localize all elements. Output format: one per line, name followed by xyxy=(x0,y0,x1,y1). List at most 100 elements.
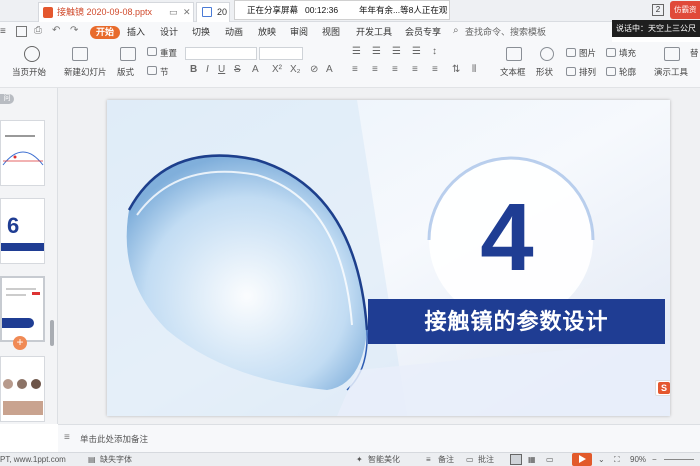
command-search[interactable]: 查找命令、搜索模板 xyxy=(465,26,546,39)
notes-button[interactable]: 备注 xyxy=(438,454,454,466)
menu-insert[interactable]: 插入 xyxy=(127,26,145,39)
presentation-tools-icon[interactable] xyxy=(664,47,680,61)
shape-icon[interactable] xyxy=(540,47,554,61)
sorter-view-icon[interactable]: ▦ xyxy=(528,454,536,466)
play-from-current-button[interactable]: 当页开始 xyxy=(12,66,46,78)
font-color-icon[interactable]: A xyxy=(252,64,259,75)
arrange-button[interactable]: 排列 xyxy=(579,66,596,78)
bullets-icon[interactable]: ☰ xyxy=(352,46,361,57)
distribute-icon[interactable]: ≡ xyxy=(432,64,438,75)
print-icon[interactable]: ⎙ xyxy=(34,25,42,36)
undo-icon[interactable]: ↶ xyxy=(52,25,60,36)
subscript-icon[interactable]: X₂ xyxy=(290,64,301,75)
highlight-icon[interactable]: ⊘ xyxy=(310,64,318,75)
picture-icon[interactable] xyxy=(566,48,576,57)
font-size-select[interactable] xyxy=(259,47,303,60)
normal-view-icon[interactable] xyxy=(510,454,522,465)
justify-icon[interactable]: ≡ xyxy=(412,64,418,75)
text-direction-icon[interactable]: ⇅ xyxy=(452,64,460,75)
align-center-icon[interactable]: ≡ xyxy=(372,64,378,75)
zoom-level[interactable]: 90% xyxy=(630,454,646,466)
tab-close-icon[interactable]: ✕ xyxy=(183,3,191,21)
picture-button[interactable]: 图片 xyxy=(579,47,596,59)
reset-icon[interactable] xyxy=(147,47,157,56)
add-slide-icon[interactable]: + xyxy=(13,336,27,350)
slideshow-play-button[interactable] xyxy=(572,453,592,466)
numbering-icon[interactable]: ☰ xyxy=(372,46,381,57)
superscript-icon[interactable]: X² xyxy=(272,64,282,75)
menu-devtools[interactable]: 开发工具 xyxy=(356,26,392,39)
notes-handle-icon[interactable]: ≡ xyxy=(64,432,70,443)
italic-icon[interactable]: I xyxy=(206,64,209,75)
missing-fonts-icon[interactable]: ▤ xyxy=(88,454,96,466)
menu-transition[interactable]: 切换 xyxy=(192,26,210,39)
document-tab-2[interactable]: 20 xyxy=(196,2,230,22)
thumbnails-scrollbar[interactable] xyxy=(50,320,54,346)
comments-icon[interactable]: ▭ xyxy=(466,454,474,466)
notes-placeholder[interactable]: 单击此处添加备注 xyxy=(80,433,148,445)
smart-beautify-button[interactable]: 智能美化 xyxy=(368,454,400,466)
fit-window-icon[interactable]: ⛶ xyxy=(614,454,620,466)
underline-icon[interactable]: U xyxy=(218,64,225,75)
align-right-icon[interactable]: ≡ xyxy=(392,64,398,75)
pane-badge[interactable]: 问 xyxy=(0,94,14,104)
slide-thumbnail-selected[interactable] xyxy=(0,276,45,342)
tab-pin-icon[interactable]: ▭ xyxy=(169,3,178,21)
menu-review[interactable]: 审阅 xyxy=(290,26,308,39)
menu-member[interactable]: 会员专享 xyxy=(405,26,441,39)
clear-format-icon[interactable]: A xyxy=(326,64,333,75)
save-icon[interactable] xyxy=(16,26,27,37)
textbox-button[interactable]: 文本框 xyxy=(500,66,526,78)
menu-animation[interactable]: 动画 xyxy=(225,26,243,39)
slide-thumbnail[interactable] xyxy=(0,120,45,186)
redo-icon[interactable]: ↷ xyxy=(70,25,78,36)
tab-count-badge[interactable]: 2 xyxy=(652,4,664,16)
outline-icon[interactable] xyxy=(606,67,616,76)
textbox-icon[interactable] xyxy=(506,47,522,61)
line-spacing-icon[interactable]: ↕ xyxy=(432,46,437,57)
presentation-tools-button[interactable]: 演示工具 xyxy=(654,66,688,78)
layout-button[interactable]: 版式 xyxy=(117,66,134,78)
reading-view-icon[interactable]: ▭ xyxy=(546,454,554,466)
user-account-button[interactable]: 仿霸资 xyxy=(670,1,700,19)
zoom-out-icon[interactable]: − xyxy=(652,454,657,466)
zoom-slider[interactable] xyxy=(664,459,694,460)
missing-fonts-button[interactable]: 缺失字体 xyxy=(100,454,132,466)
menu-slideshow[interactable]: 放映 xyxy=(258,26,276,39)
indent-increase-icon[interactable]: ☰ xyxy=(412,46,421,57)
bold-icon[interactable]: B xyxy=(190,64,197,75)
fill-button[interactable]: 填充 xyxy=(619,47,636,59)
outline-button[interactable]: 轮廓 xyxy=(619,66,636,78)
menu-view[interactable]: 视图 xyxy=(322,26,340,39)
new-slide-button[interactable]: 新建幻灯片 xyxy=(64,66,107,78)
slide-thumbnail[interactable]: 6 xyxy=(0,198,45,264)
slideshow-dropdown-icon[interactable]: ⌄ xyxy=(598,454,605,466)
columns-icon[interactable]: ⫴ xyxy=(472,64,476,75)
new-slide-icon[interactable] xyxy=(72,47,88,61)
replace-button[interactable]: 替 xyxy=(690,47,699,59)
slide-thumbnail[interactable] xyxy=(0,356,45,422)
arrange-icon[interactable] xyxy=(566,67,576,76)
smart-beautify-icon[interactable]: ✦ xyxy=(356,454,363,466)
notes-icon[interactable]: ≡ xyxy=(426,454,431,466)
play-from-current-icon[interactable] xyxy=(24,46,40,62)
strikethrough-icon[interactable]: S xyxy=(234,64,241,75)
align-left-icon[interactable]: ≡ xyxy=(352,64,358,75)
slide[interactable]: 4 接触镜的参数设计 S 中 • xyxy=(107,100,670,416)
ime-toolbar[interactable]: S 中 • xyxy=(655,380,670,396)
shape-button[interactable]: 形状 xyxy=(536,66,553,78)
indent-decrease-icon[interactable]: ☰ xyxy=(392,46,401,57)
document-tab[interactable]: 接触镜 2020-09-08.pptx ▭ ✕ xyxy=(38,2,194,22)
notes-pane[interactable]: ≡ 单击此处添加备注 xyxy=(58,424,700,452)
fill-icon[interactable] xyxy=(606,48,616,57)
font-name-select[interactable] xyxy=(185,47,257,60)
section-icon[interactable] xyxy=(147,66,157,75)
search-icon[interactable]: ⌕ xyxy=(453,25,459,36)
menu-icon[interactable]: ≡ xyxy=(0,26,6,37)
comments-button[interactable]: 批注 xyxy=(478,454,494,466)
menu-design[interactable]: 设计 xyxy=(160,26,178,39)
reset-button[interactable]: 重置 xyxy=(160,47,177,59)
menu-start[interactable]: 开始 xyxy=(90,26,121,39)
layout-icon[interactable] xyxy=(120,47,136,61)
section-button[interactable]: 节 xyxy=(160,66,169,78)
